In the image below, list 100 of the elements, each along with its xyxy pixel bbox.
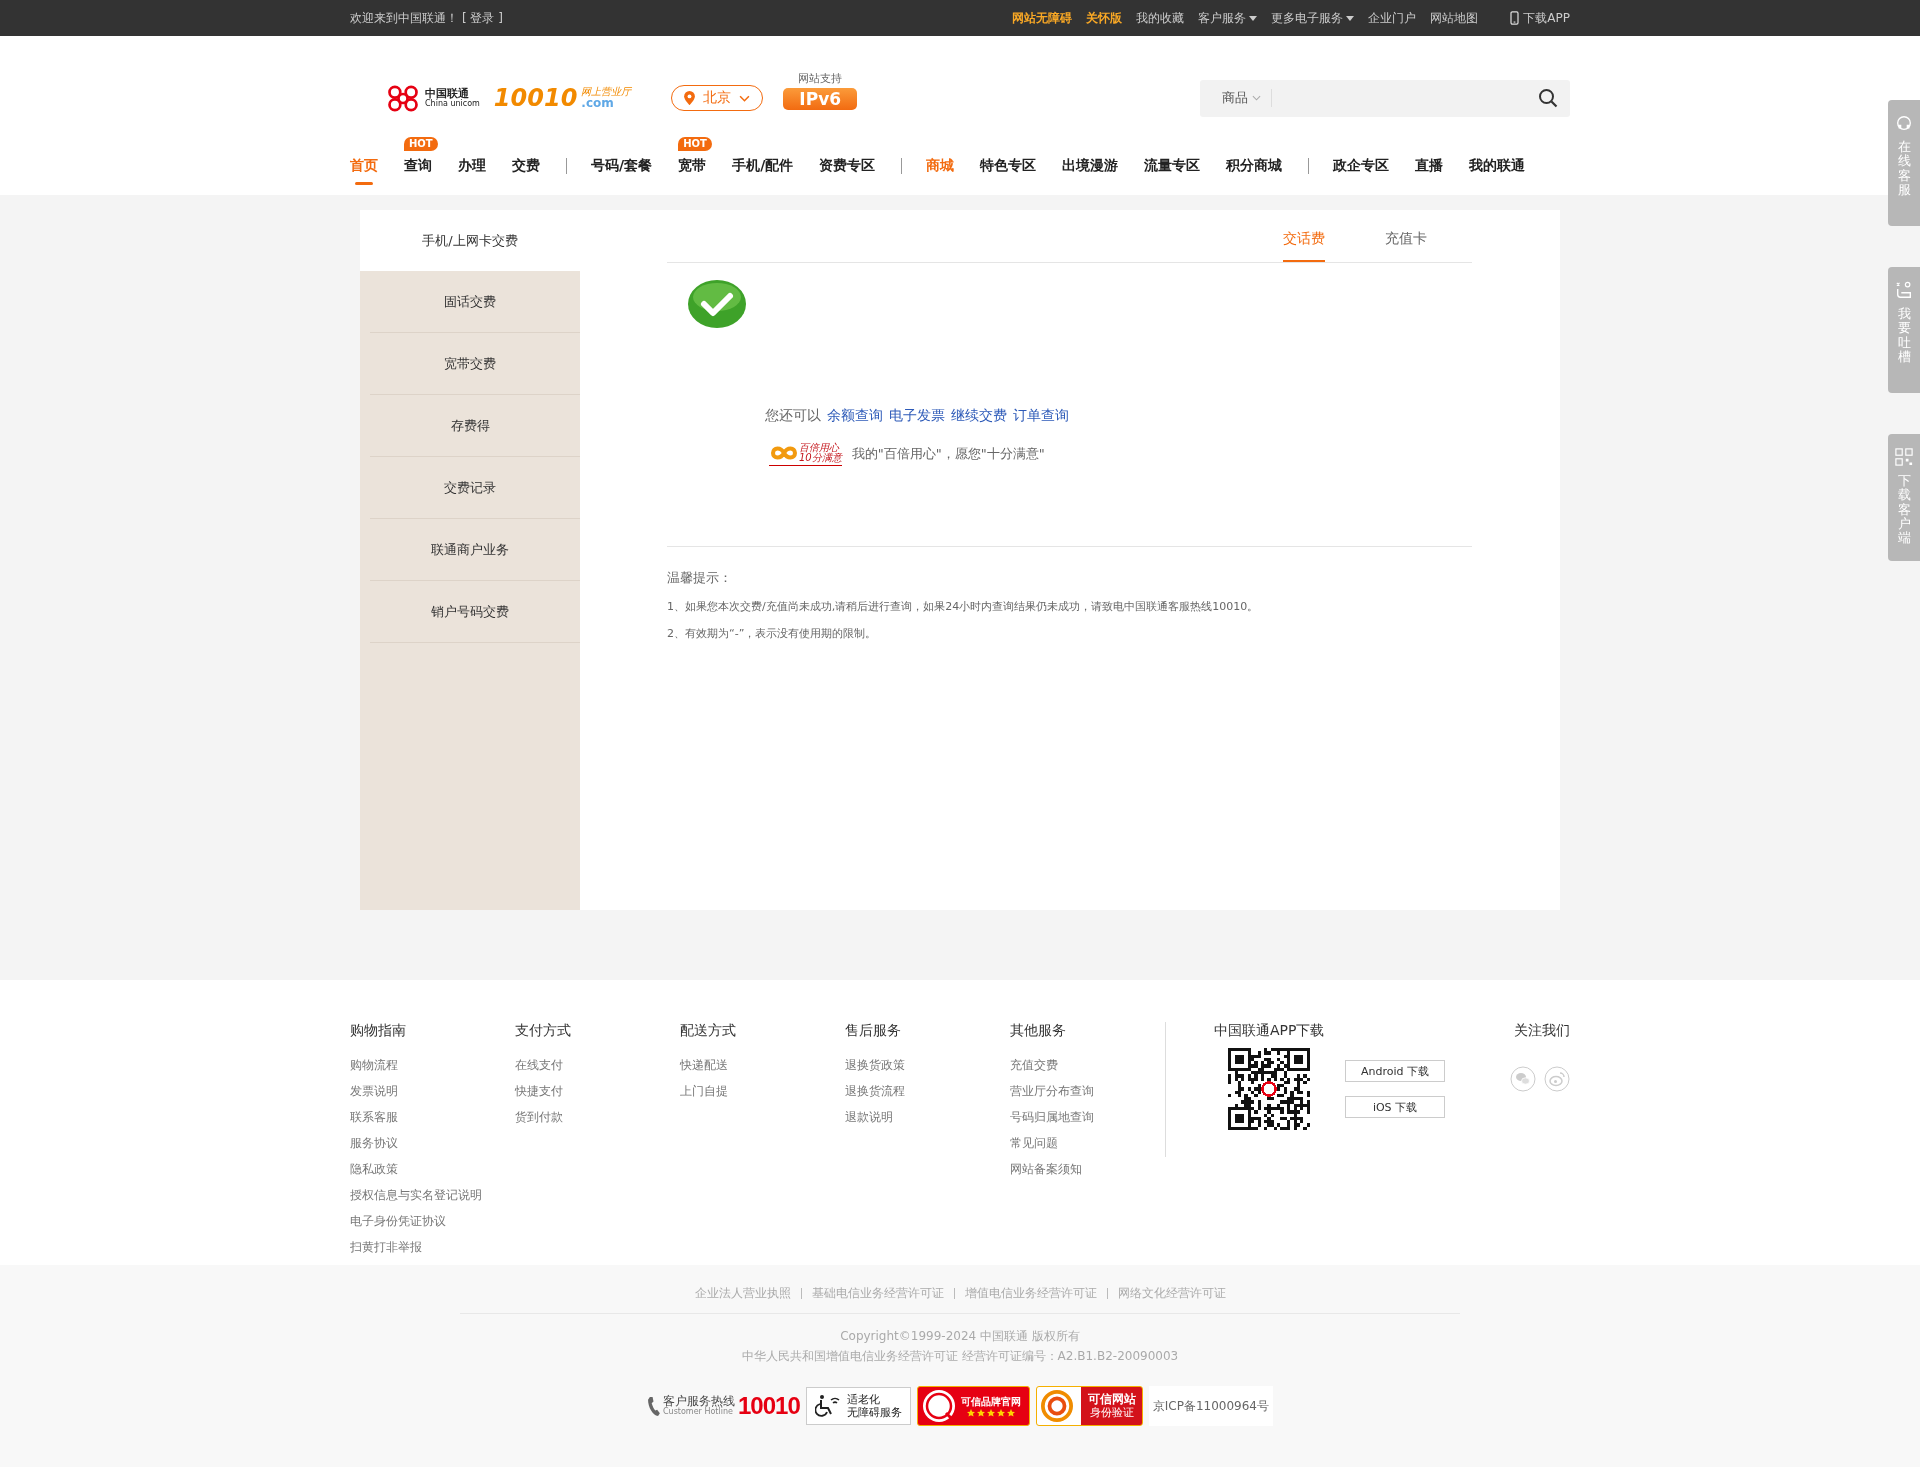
footer-heading: 购物指南 [350, 1022, 407, 1040]
top-link[interactable]: 网站地图 [1430, 9, 1479, 27]
sidebar-item[interactable]: 存费得 [370, 395, 580, 457]
wheelchair-icon [814, 1394, 841, 1418]
footer-link[interactable]: 货到付款 [515, 1109, 680, 1126]
nav-item[interactable]: 特色专区 [980, 144, 1037, 187]
footer-link[interactable]: 在线支付 [515, 1057, 680, 1074]
hot-tag: HOT [404, 136, 438, 151]
action-link[interactable]: 继续交费 [951, 407, 1007, 425]
tab[interactable]: 充值卡 [1385, 230, 1427, 262]
slogan-logo: 百倍用心 10分满意 [769, 441, 842, 466]
footer-link[interactable]: 购物流程 [350, 1057, 515, 1074]
top-link[interactable]: 客户服务 [1198, 9, 1258, 27]
footer-link[interactable]: 服务协议 [350, 1135, 515, 1152]
top-link[interactable]: 网站无障碍 [1012, 9, 1073, 27]
wechat-icon[interactable] [1510, 1066, 1536, 1092]
footer-link[interactable]: 营业厅分布查询 [1010, 1083, 1175, 1100]
hotline-number: 10010 [738, 1392, 800, 1420]
footer-link[interactable]: 扫黄打非举报 [350, 1239, 515, 1256]
footer-link[interactable]: 网站备案须知 [1010, 1161, 1175, 1178]
hot-tag: HOT [678, 136, 712, 151]
nav-item[interactable]: 交费 [512, 144, 540, 187]
prompt-text: 您还可以 [765, 407, 821, 425]
footer-link[interactable]: 电子身份凭证协议 [350, 1213, 515, 1230]
app-download-button[interactable]: iOS 下载 [1345, 1096, 1445, 1118]
logo-english-text: China unicom [425, 99, 480, 109]
trusted-website-badge[interactable]: 可信网站 身份验证 [1035, 1386, 1143, 1426]
chevron-down-icon [739, 94, 751, 102]
top-link[interactable]: 更多电子服务 [1271, 9, 1355, 27]
accessibility-badge[interactable]: 适老化 无障碍服务 [805, 1387, 911, 1425]
side-tab-label: 我要吐槽 [1897, 307, 1911, 365]
nav-item[interactable]: 资费专区 [819, 144, 876, 187]
caret-icon [1249, 15, 1258, 21]
icp-badge[interactable]: 京ICP备11000964号 [1148, 1386, 1273, 1426]
ipv6-badge: IPv6 [783, 87, 858, 110]
footer-link[interactable]: 发票说明 [350, 1083, 515, 1100]
footer-link[interactable]: 上门自提 [680, 1083, 845, 1100]
footer-link[interactable]: 快递配送 [680, 1057, 845, 1074]
nav-item[interactable]: 号码/套餐 [591, 144, 653, 187]
action-link[interactable]: 电子发票 [889, 407, 945, 425]
login-link[interactable]: [ 登录 ] [462, 9, 503, 27]
sidebar-item[interactable]: 手机/上网卡交费 [360, 210, 580, 271]
ipv6-caption: 网站支持 [798, 70, 843, 86]
logo-tagline-text: 网上营业厅 [581, 85, 632, 97]
caret-icon [1346, 15, 1355, 21]
nav-item[interactable]: 我的联通 [1469, 144, 1526, 187]
footer-link[interactable]: 退换货流程 [845, 1083, 1010, 1100]
search-icon[interactable] [1538, 88, 1558, 108]
sidebar-item[interactable]: 联通商户业务 [370, 519, 580, 581]
top-link[interactable]: 关怀版 [1086, 9, 1123, 27]
phone-handset-icon [647, 1396, 660, 1416]
headset-icon [1895, 114, 1913, 132]
copyright-text: Copyright©1999-2024 中国联通 版权所有 [840, 1328, 1080, 1345]
search-field[interactable]: 商品 [1200, 79, 1570, 117]
action-link[interactable]: 余额查询 [827, 407, 883, 425]
hotline-english-label: Customer Hotline [663, 1408, 733, 1417]
nav-item[interactable]: 积分商城 [1226, 144, 1283, 187]
feedback-icon [1895, 281, 1913, 299]
footer-link[interactable]: 授权信息与实名登记说明 [350, 1187, 515, 1204]
download-app-link[interactable]: 下载APP [1510, 9, 1570, 27]
top-link[interactable]: 企业门户 [1368, 9, 1417, 27]
qr-code-icon [1895, 448, 1913, 466]
nav-item[interactable]: 手机/配件 [732, 144, 794, 187]
footer-link[interactable]: 退换货政策 [845, 1057, 1010, 1074]
nav-item[interactable]: 直播 [1415, 144, 1444, 187]
footer-link[interactable]: 常见问题 [1010, 1135, 1175, 1152]
nav-item[interactable]: 政企专区 [1333, 144, 1390, 187]
nav-item[interactable]: 出境漫游 [1062, 144, 1119, 187]
weibo-icon[interactable] [1544, 1066, 1570, 1092]
welcome-text: 欢迎来到中国联通！ [350, 9, 458, 27]
footer-link[interactable]: 退款说明 [845, 1109, 1010, 1126]
qr-code-icon [1228, 1048, 1310, 1130]
side-tab-label: 下载客户端 [1897, 474, 1911, 546]
nav-item[interactable]: 办理 [458, 144, 486, 187]
hotline-label: 客户服务热线 [663, 1395, 735, 1408]
sidebar-item[interactable]: 交费记录 [370, 457, 580, 519]
logo-brand-text: 中国联通 [425, 87, 469, 100]
footer-link[interactable]: 联系客服 [350, 1109, 515, 1126]
chevron-down-icon [1252, 95, 1261, 101]
app-download-button[interactable]: Android 下载 [1345, 1060, 1445, 1082]
logo-number-text: 10010 [493, 84, 578, 112]
seal-icon [921, 1389, 956, 1423]
sidebar-item[interactable]: 固话交费 [370, 271, 580, 333]
footer-link[interactable]: 充值交费 [1010, 1057, 1175, 1074]
footer-link[interactable]: 隐私政策 [350, 1161, 515, 1178]
search-category-dropdown[interactable]: 商品 [1222, 89, 1272, 107]
top-link[interactable]: 我的收藏 [1136, 9, 1185, 27]
footer-link[interactable]: 号码归属地查询 [1010, 1109, 1175, 1126]
sidebar-item[interactable]: 宽带交费 [370, 333, 580, 395]
nav-item[interactable]: 流量专区 [1144, 144, 1201, 187]
location-pin-icon [684, 91, 696, 105]
success-check-icon [687, 279, 747, 329]
footer-heading: 支付方式 [515, 1022, 572, 1040]
sidebar-item[interactable]: 销户号码交费 [370, 581, 580, 643]
footer-heading: 配送方式 [680, 1022, 737, 1040]
trusted-brand-badge[interactable]: 可信品牌官网 [916, 1386, 1030, 1426]
side-tab-label: 在线客服 [1897, 140, 1911, 198]
action-link[interactable]: 订单查询 [1013, 407, 1069, 425]
tip-text: 2、有效期为“-”，表示没有使用期的限制。 [667, 626, 878, 641]
footer-link[interactable]: 快捷支付 [515, 1083, 680, 1100]
